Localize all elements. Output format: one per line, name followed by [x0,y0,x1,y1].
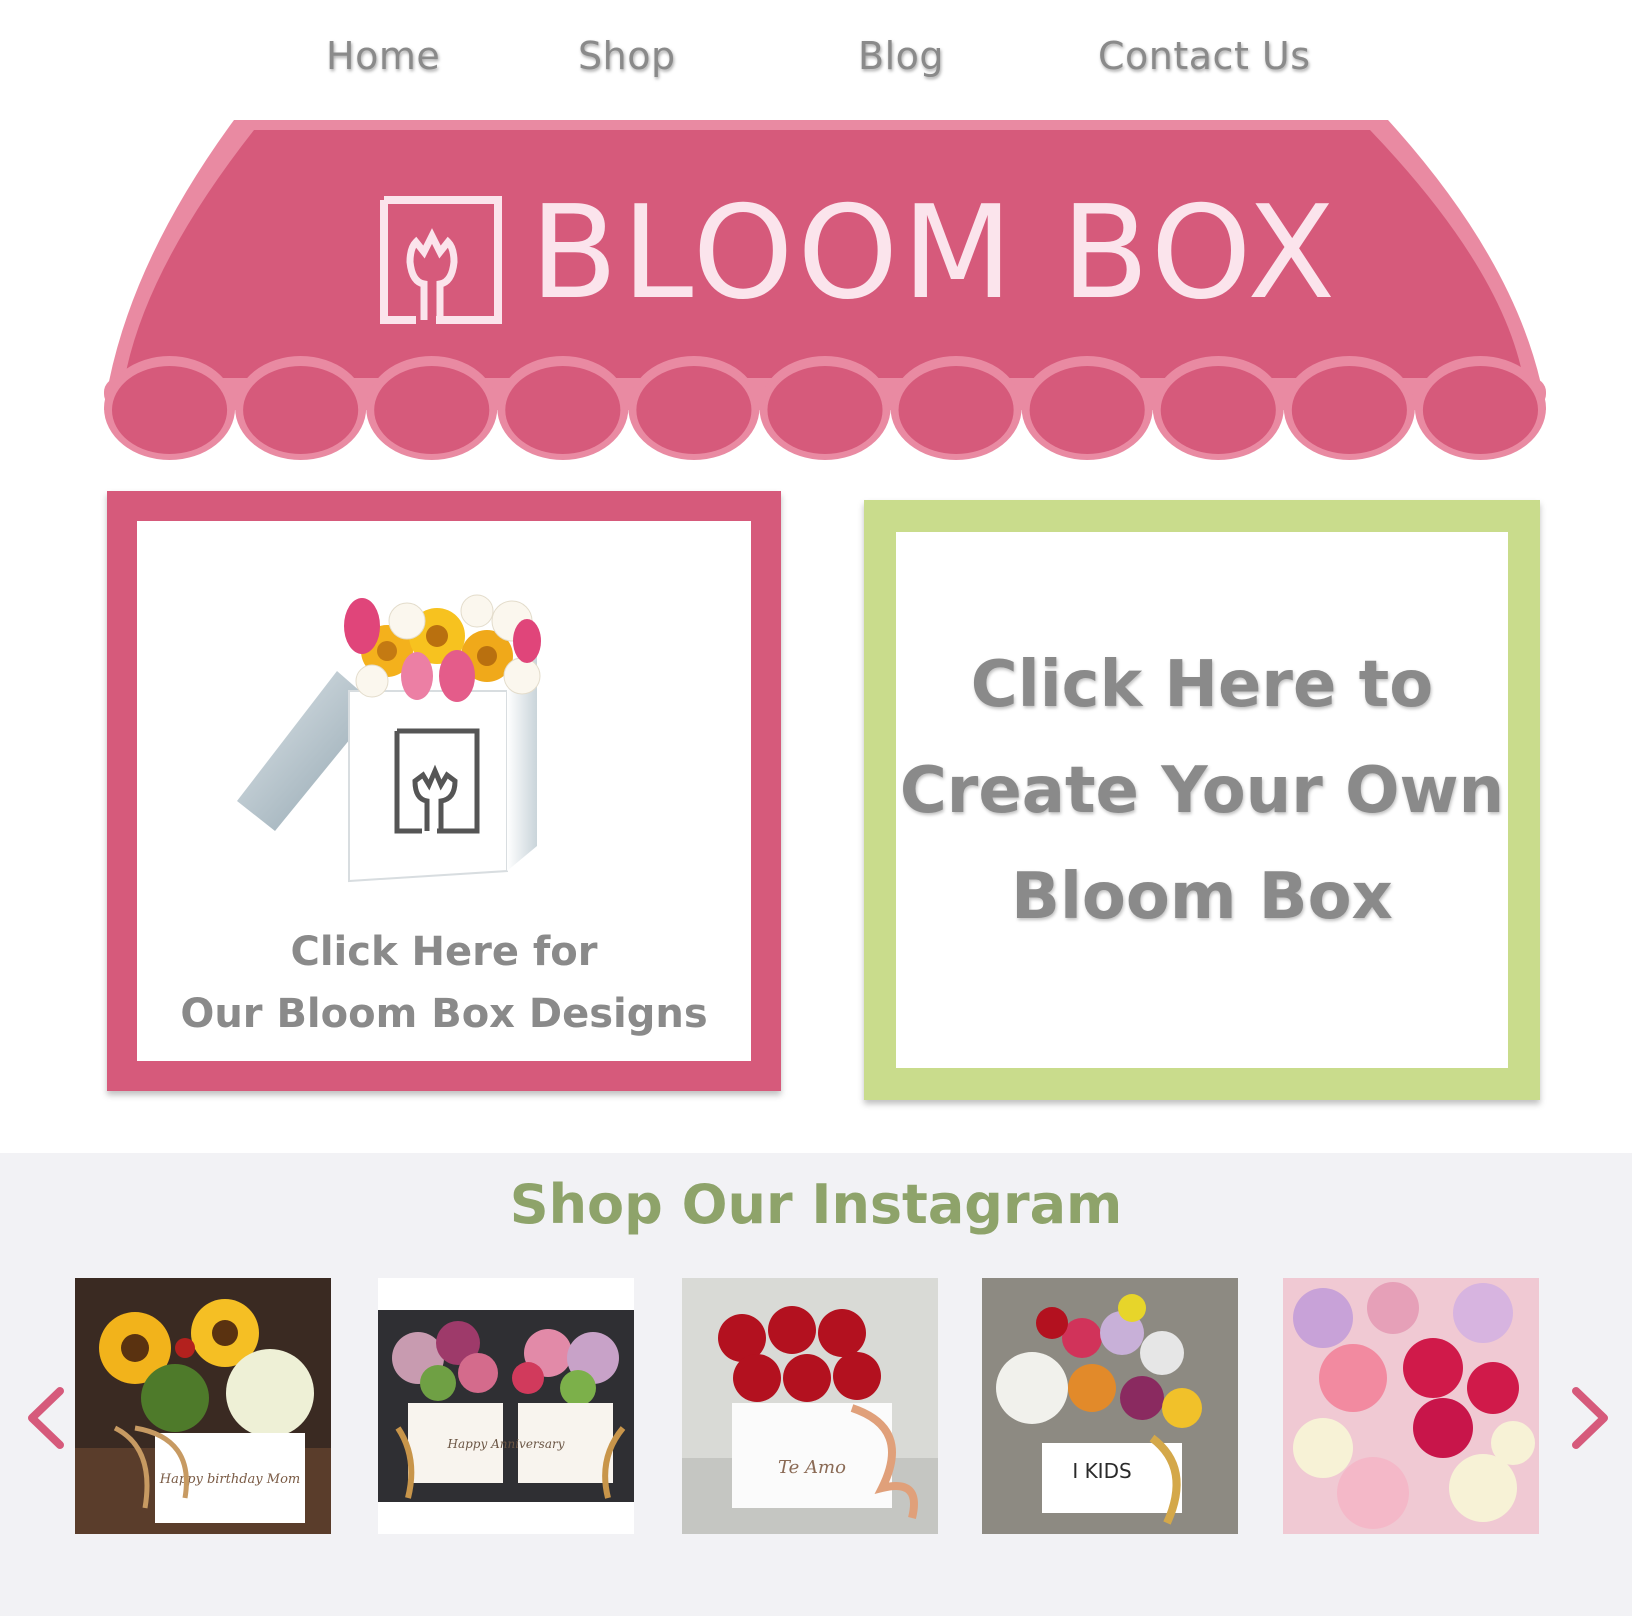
nav-blog-link[interactable]: Blog [858,34,944,78]
awning-scallop-inner [1291,366,1407,454]
instagram-photo-4: I KIDS [982,1278,1238,1534]
instagram-post-3[interactable]: Te Amo [682,1278,938,1534]
awning-scallop-inner [636,366,752,454]
instagram-post-4[interactable]: I KIDS [982,1278,1238,1534]
designs-card-line2: Our Bloom Box Designs [180,991,708,1037]
awning-scallop-inner [243,366,359,454]
nav-shop-link[interactable]: Shop [578,34,676,78]
instagram-post-1[interactable]: Happy birthday Mom [75,1278,331,1534]
designs-card[interactable]: Click Here for Our Bloom Box Designs [107,491,781,1091]
designs-card-label: Click Here for Our Bloom Box Designs [137,921,751,1045]
instagram-caption-1: Happy birthday Mom [159,1472,301,1487]
bloom-box-logo-icon [380,196,502,324]
instagram-caption-4: I KIDS [1072,1459,1131,1483]
awning-scallop-inner [767,366,883,454]
instagram-caption-2: Happy Anniversary [447,1437,565,1451]
awning-scallop-inner [1029,366,1145,454]
brand-name: BLOOM BOX [530,179,1339,328]
awning-scallop-inner [374,366,490,454]
create-card-line2: Create Your Own [899,754,1505,828]
awning-scallop-inner [112,366,228,454]
designs-card-line1: Click Here for [290,929,598,975]
chevron-left-icon[interactable] [22,1383,68,1453]
create-card-line1: Click Here to [970,648,1434,722]
flower-box-illustration [237,594,541,883]
nav-contact-link[interactable]: Contact Us [1098,34,1311,78]
instagram-section: Shop Our Instagram Happy birthday Mom Ha… [0,1153,1632,1616]
create-card-inner[interactable]: Click Here to Create Your Own Bloom Box [896,532,1508,1068]
instagram-photo-2: Happy Anniversary [378,1278,634,1534]
instagram-title: Shop Our Instagram [509,1173,1123,1236]
top-nav: Home Shop Blog Contact Us [0,0,1632,110]
nav-home-link[interactable]: Home [326,34,440,78]
create-card[interactable]: Click Here to Create Your Own Bloom Box [864,500,1540,1100]
instagram-photo-3: Te Amo [682,1278,938,1534]
instagram-post-5[interactable] [1283,1278,1539,1534]
designs-card-inner[interactable]: Click Here for Our Bloom Box Designs [137,521,751,1061]
awning-scallop-inner [1160,366,1276,454]
awning-scallop-inner [505,366,621,454]
awning-scallop-inner [898,366,1014,454]
create-card-line3: Bloom Box [1011,860,1393,934]
awning-scallop-inner [1422,366,1539,454]
instagram-post-2[interactable]: Happy Anniversary [378,1278,634,1534]
create-card-label: Click Here to Create Your Own Bloom Box [896,632,1508,950]
awning-scallops [104,356,1546,460]
instagram-photo-5 [1283,1278,1539,1534]
chevron-right-icon[interactable] [1568,1383,1614,1453]
instagram-photo-1: Happy birthday Mom [75,1278,331,1534]
instagram-caption-3: Te Amo [778,1457,846,1478]
